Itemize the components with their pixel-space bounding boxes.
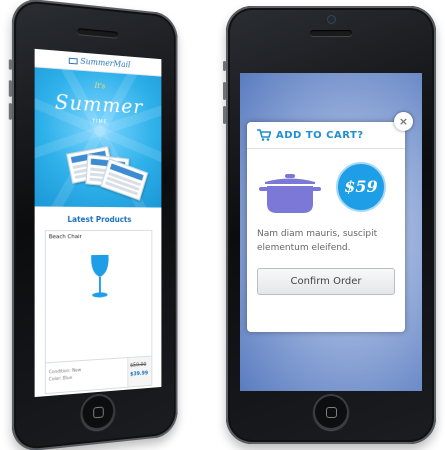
- price-badge: $59: [336, 162, 386, 212]
- pot-icon: [259, 174, 321, 213]
- mute-switch: [223, 61, 226, 71]
- product-name: Beach Chair: [48, 234, 82, 241]
- left-phone: SummerMail It's Summer TIME Latest Produ…: [8, 0, 178, 450]
- product-card[interactable]: Beach Chair Condition: New Color: Blue $…: [44, 229, 153, 395]
- right-screen: ADD TO CART? × $59 Nam diam mauris, susc…: [240, 73, 422, 391]
- envelope-icon: [68, 57, 78, 64]
- new-price: $39.99: [130, 370, 149, 378]
- volume-down-button: [8, 103, 12, 120]
- confirm-order-button[interactable]: Confirm Order: [257, 268, 395, 295]
- home-button[interactable]: [80, 392, 116, 432]
- cart-icon: [257, 129, 271, 141]
- volume-down-button: [223, 106, 226, 124]
- speaker-grille: [310, 30, 352, 36]
- mute-switch: [8, 59, 12, 70]
- newsletter-card-image: [100, 158, 149, 201]
- front-camera: [328, 16, 335, 23]
- brand-name: SummerMail: [80, 56, 131, 70]
- hero-banner: It's Summer TIME: [34, 67, 162, 208]
- volume-up-button: [8, 80, 12, 97]
- popup-description: Nam diam mauris, suscipit elementum elei…: [257, 229, 378, 253]
- add-to-cart-popup: ADD TO CART? × $59 Nam diam mauris, susc…: [247, 112, 413, 332]
- wine-glass-icon: [90, 254, 110, 298]
- home-button[interactable]: [313, 394, 349, 430]
- home-square-icon: [92, 406, 104, 418]
- home-square-icon: [325, 406, 337, 418]
- volume-up-button: [223, 82, 226, 100]
- section-title: Latest Products: [67, 214, 132, 225]
- speaker-grille: [77, 28, 118, 38]
- popup-title: ADD TO CART?: [276, 129, 364, 141]
- right-phone: ADD TO CART? × $59 Nam diam mauris, susc…: [223, 6, 436, 444]
- left-screen: SummerMail It's Summer TIME Latest Produ…: [34, 48, 162, 398]
- stage: SummerMail It's Summer TIME Latest Produ…: [0, 0, 445, 450]
- product-footer: Condition: New Color: Blue $50.00 $39.99: [45, 355, 152, 394]
- popup-header: ADD TO CART?: [247, 122, 405, 149]
- close-icon[interactable]: ×: [394, 112, 413, 131]
